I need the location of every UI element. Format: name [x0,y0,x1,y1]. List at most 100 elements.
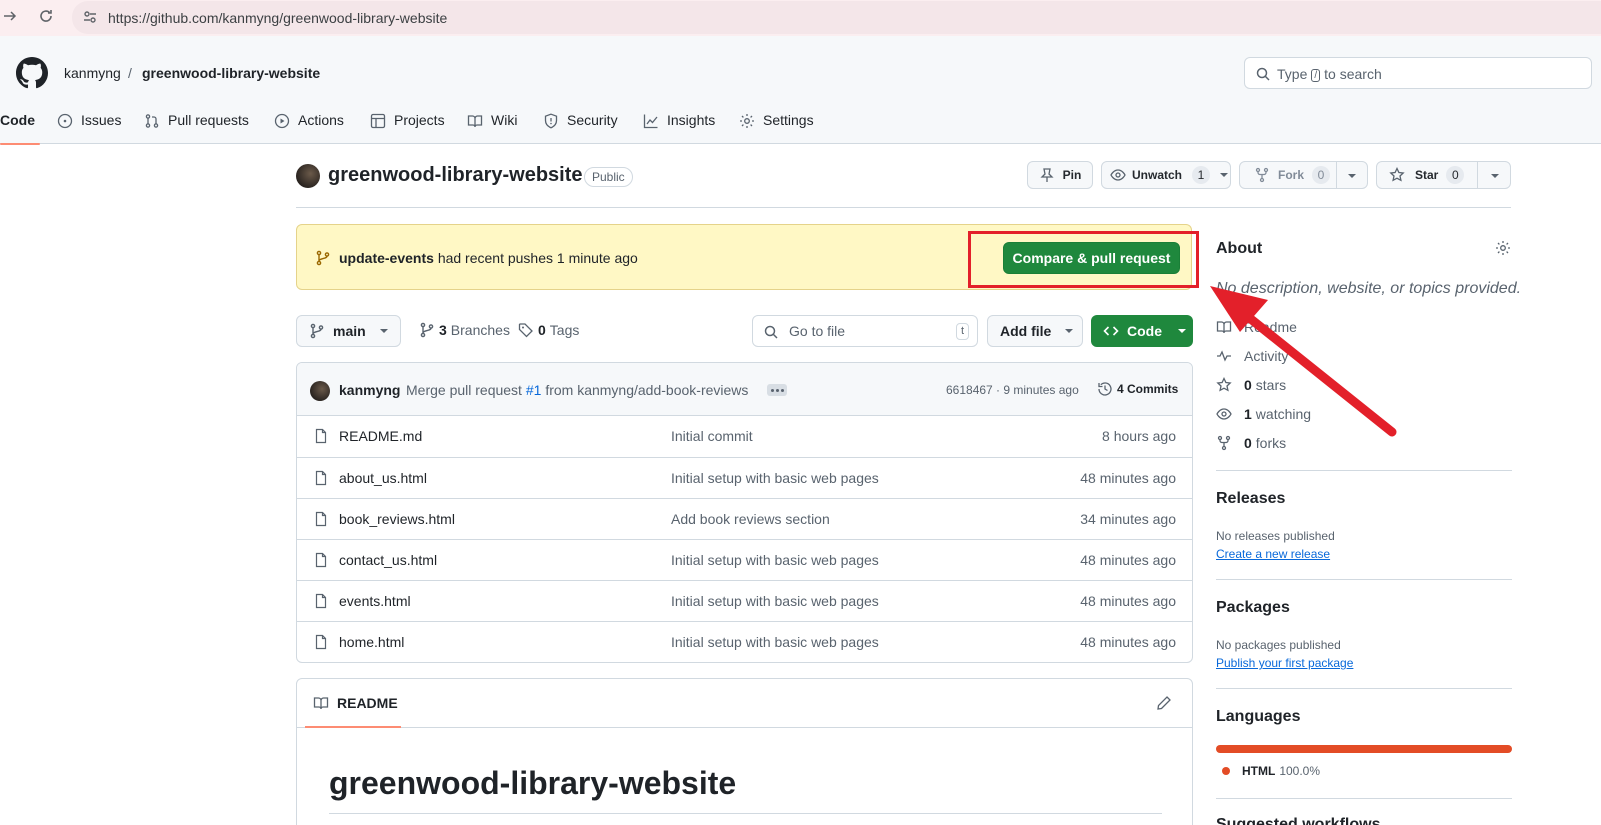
file-icon [313,470,329,486]
unwatch-button[interactable]: Unwatch 1 [1101,161,1231,189]
stars-link[interactable]: 0 stars [1216,377,1286,393]
readme-panel: README greenwood-library-website [296,678,1193,825]
forward-icon[interactable] [2,8,22,28]
play-icon [274,113,290,129]
releases-heading[interactable]: Releases [1216,490,1285,508]
branch-selector[interactable]: main [296,315,401,347]
tab-projects[interactable]: Projects [370,106,445,144]
language-html[interactable]: HTML 100.0% [1222,764,1320,778]
breadcrumb-repo[interactable]: greenwood-library-website [142,65,320,81]
table-row[interactable]: events.html Initial setup with basic web… [297,580,1192,621]
file-name[interactable]: home.html [339,634,404,650]
table-row[interactable]: about_us.html Initial setup with basic w… [297,457,1192,498]
repo-title[interactable]: greenwood-library-website [328,164,583,187]
tab-pull-requests[interactable]: Pull requests [144,106,249,144]
create-release-link[interactable]: Create a new release [1216,547,1330,561]
file-name[interactable]: book_reviews.html [339,511,455,527]
commit-author[interactable]: kanmyng [339,382,400,398]
tags-link[interactable]: 0 Tags [518,322,579,338]
go-to-file-shortcut: t [955,323,969,340]
file-commit-message[interactable]: Initial setup with basic web pages [671,634,879,650]
pencil-icon[interactable] [1156,695,1172,711]
url-text[interactable]: https://github.com/kanmyng/greenwood-lib… [108,10,447,26]
about-description: No description, website, or topics provi… [1216,280,1522,297]
commit-author-avatar[interactable] [310,381,330,401]
add-file-button[interactable]: Add file [987,315,1083,347]
owner-avatar[interactable] [296,164,320,188]
file-date: 48 minutes ago [1080,593,1176,609]
tag-icon [518,323,533,338]
go-to-file-input[interactable]: Go to file t [752,315,978,347]
readme-heading: greenwood-library-website [329,765,737,801]
file-name[interactable]: contact_us.html [339,552,437,568]
star-button[interactable]: Star 0 [1376,161,1511,189]
eye-icon [1216,408,1232,420]
chevron-down-icon [379,329,388,333]
site-info-icon[interactable] [82,9,98,25]
star-icon [1216,377,1232,392]
file-name[interactable]: about_us.html [339,470,427,486]
file-table: kanmyng Merge pull request #1 from kanmy… [296,362,1193,663]
commits-history-link[interactable]: 4 Commits [1097,381,1178,397]
book-icon [1216,321,1232,334]
tab-settings[interactable]: Settings [739,106,814,144]
readme-tab[interactable]: README [313,695,398,711]
file-commit-message[interactable]: Initial setup with basic web pages [671,470,879,486]
tab-wiki[interactable]: Wiki [467,106,517,144]
activity-link[interactable]: Activity [1216,348,1288,364]
file-commit-message[interactable]: Initial setup with basic web pages [671,552,879,568]
file-icon [313,552,329,568]
history-icon [1098,382,1112,396]
gear-icon[interactable] [1495,240,1511,256]
file-date: 48 minutes ago [1080,470,1176,486]
publish-package-link[interactable]: Publish your first package [1216,656,1353,670]
file-icon [313,593,329,609]
chevron-down-icon[interactable] [1491,174,1499,178]
readme-link[interactable]: Readme [1216,319,1297,335]
code-button[interactable]: Code [1091,315,1193,347]
file-commit-message[interactable]: Add book reviews section [671,511,830,527]
table-row[interactable]: README.md Initial commit 8 hours ago [297,416,1192,457]
active-tab-indicator [305,726,401,728]
watching-link[interactable]: 1 watching [1216,406,1311,422]
packages-heading[interactable]: Packages [1216,599,1290,617]
search-placeholder: Type / to search [1277,66,1382,82]
divider [1216,688,1512,689]
breadcrumb-separator: / [128,65,132,81]
table-row[interactable]: book_reviews.html Add book reviews secti… [297,498,1192,539]
chevron-down-icon[interactable] [1348,174,1356,178]
pin-button[interactable]: Pin [1027,161,1093,189]
table-row[interactable]: contact_us.html Initial setup with basic… [297,539,1192,580]
commit-message[interactable]: Merge pull request #1 from kanmyng/add-b… [406,382,748,398]
breadcrumb-owner[interactable]: kanmyng [64,65,121,81]
divider [329,813,1162,814]
file-name[interactable]: events.html [339,593,411,609]
pin-icon [1040,168,1054,182]
pull-request-icon [145,114,159,128]
tab-issues[interactable]: Issues [57,106,121,144]
reload-icon[interactable] [38,8,58,28]
divider [1216,579,1512,580]
file-commit-message[interactable]: Initial commit [671,428,753,444]
commit-details-toggle[interactable] [767,384,787,396]
forks-link[interactable]: 0 forks [1216,435,1286,451]
fork-button[interactable]: Fork 0 [1239,161,1368,189]
tab-security[interactable]: Security [543,106,618,144]
search-input[interactable]: Type / to search [1244,57,1592,89]
divider [296,207,1511,208]
file-name[interactable]: README.md [339,428,422,444]
tab-code[interactable]: Code [0,106,40,145]
file-commit-message[interactable]: Initial setup with basic web pages [671,593,879,609]
branches-link[interactable]: 3 Branches [419,322,510,338]
tab-insights[interactable]: Insights [643,106,715,144]
commit-hash-time[interactable]: 6618467 · 9 minutes ago [946,383,1079,397]
table-row[interactable]: home.html Initial setup with basic web p… [297,621,1192,662]
gear-icon [740,114,754,128]
tab-actions[interactable]: Actions [274,106,344,144]
file-date: 8 hours ago [1102,428,1176,444]
fork-counter: 0 [1312,166,1331,184]
no-packages-text: No packages published [1216,638,1341,652]
branch-icon [420,322,434,338]
github-logo-icon[interactable] [16,57,48,89]
file-date: 48 minutes ago [1080,634,1176,650]
